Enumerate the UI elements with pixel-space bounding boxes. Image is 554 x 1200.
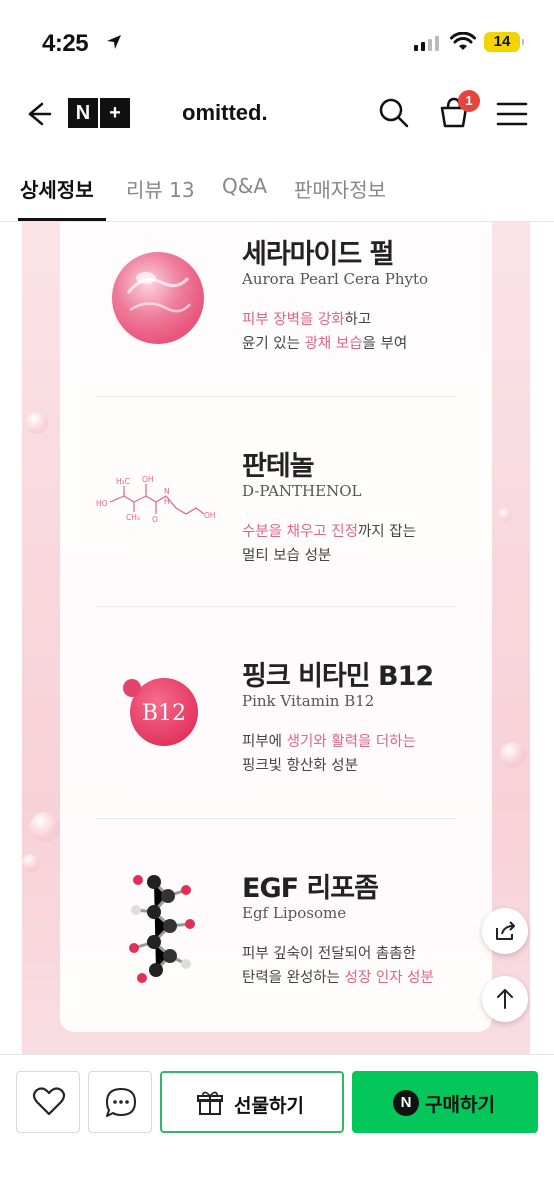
share-icon bbox=[496, 921, 515, 940]
pearl-icon bbox=[112, 252, 204, 344]
desc-text: 피부 깊숙이 전달되어 촘촘한 bbox=[242, 946, 416, 962]
desc-text: 탄력을 완성하는 bbox=[242, 970, 345, 986]
section-divider bbox=[96, 396, 456, 397]
location-arrow-icon bbox=[107, 35, 121, 49]
naver-pay-icon: N bbox=[393, 1090, 419, 1116]
ingredient-description: 수분을 채우고 진정까지 잡는 멀티 보습 성분 bbox=[242, 520, 416, 568]
ingredient-name: 세라마이드 펄 bbox=[242, 239, 394, 270]
molecule-label: H bbox=[164, 497, 170, 506]
desc-highlight: 피부 장벽을 강화 bbox=[242, 312, 345, 328]
molecule-label: H₃C bbox=[116, 477, 130, 486]
chat-button[interactable] bbox=[88, 1071, 152, 1133]
desc-highlight: 성장 인자 성분 bbox=[344, 970, 434, 986]
molecule-label: O bbox=[152, 515, 158, 524]
desc-text: 피부에 bbox=[242, 734, 287, 750]
wishlist-button[interactable] bbox=[16, 1071, 80, 1133]
molecule-label: OH bbox=[204, 511, 216, 520]
molecule-label: OH bbox=[142, 475, 154, 484]
desc-text: 윤기 있는 bbox=[242, 336, 305, 352]
water-drop bbox=[22, 854, 40, 872]
ingredient-subtitle: Aurora Pearl Cera Phyto bbox=[242, 270, 429, 288]
molecule-model-icon bbox=[129, 875, 195, 983]
desc-text: 까지 잡는 bbox=[357, 524, 416, 540]
gift-icon bbox=[197, 1091, 223, 1115]
share-button[interactable] bbox=[482, 908, 528, 954]
buy-button-label: 구매하기 bbox=[425, 1094, 495, 1116]
ingredient-name: 핑크 비타민 B12 bbox=[242, 661, 434, 692]
ingredient-description: 피부 깊숙이 전달되어 촘촘한 탄력을 완성하는 성장 인자 성분 bbox=[242, 942, 434, 990]
gift-button-label: 선물하기 bbox=[234, 1095, 304, 1117]
molecule-label: CH₃ bbox=[126, 513, 140, 522]
desc-highlight: 생기와 활력을 더하는 bbox=[286, 734, 416, 750]
molecule-label: N bbox=[164, 487, 170, 496]
arrow-up-icon bbox=[497, 989, 513, 1009]
store-name[interactable]: omitted. bbox=[182, 100, 268, 126]
tab-details[interactable]: 상세정보 bbox=[20, 174, 94, 203]
ingredient-description: 피부 장벽을 강화하고 윤기 있는 광채 보습을 부여 bbox=[242, 308, 407, 356]
molecule-structure-icon: H₃C OH HO CH₃ O N H OH bbox=[96, 475, 216, 524]
tab-seller-info[interactable]: 판매자정보 bbox=[294, 174, 386, 203]
heart-icon bbox=[32, 1087, 66, 1116]
scroll-top-button[interactable] bbox=[482, 976, 528, 1022]
status-time: 4:25 bbox=[42, 30, 89, 57]
tab-reviews[interactable]: 리뷰 13 bbox=[126, 174, 195, 203]
ingredient-name: 판테놀 bbox=[242, 451, 315, 482]
battery-icon: 14 bbox=[484, 32, 524, 52]
water-drop bbox=[500, 742, 526, 768]
active-tab-indicator bbox=[18, 218, 106, 221]
logo-n: N bbox=[68, 98, 98, 128]
desc-highlight: 광채 보습 bbox=[304, 336, 363, 352]
app-header: N + omitted. 1 bbox=[0, 84, 554, 148]
cart-count-badge: 1 bbox=[458, 90, 480, 112]
ingredient-description: 피부에 생기와 활력을 더하는 핑크빛 항산화 성분 bbox=[242, 730, 416, 778]
section-divider bbox=[96, 606, 456, 607]
buy-button[interactable]: N 구매하기 bbox=[352, 1071, 538, 1133]
section-divider bbox=[96, 818, 456, 819]
wifi-icon bbox=[450, 32, 476, 50]
search-icon[interactable] bbox=[376, 95, 412, 131]
logo-plus: + bbox=[100, 98, 130, 128]
water-drop bbox=[30, 812, 60, 842]
b12-label: B12 bbox=[142, 701, 186, 726]
purchase-bar: 선물하기 N 구매하기 bbox=[0, 1054, 554, 1200]
ingredient-name: EGF 리포좀 bbox=[242, 873, 379, 904]
desc-highlight: 수분을 채우고 진정 bbox=[242, 524, 358, 540]
cellular-signal-icon bbox=[414, 35, 439, 51]
vitamin-b12-icon: B12 bbox=[123, 678, 198, 746]
desc-text: 하고 bbox=[344, 312, 372, 328]
status-bar: 4:25 14 bbox=[0, 0, 554, 84]
ingredient-subtitle: Pink Vitamin B12 bbox=[242, 692, 375, 710]
tab-qna[interactable]: Q&A bbox=[222, 174, 267, 198]
desc-text: 멀티 보습 성분 bbox=[242, 548, 332, 564]
hamburger-menu-icon[interactable] bbox=[494, 96, 530, 132]
desc-text: 핑크빛 항산화 성분 bbox=[242, 758, 358, 774]
water-drop bbox=[26, 412, 48, 434]
ingredient-subtitle: D-PANTHENOL bbox=[242, 482, 362, 500]
product-detail-content[interactable]: 세라마이드 펄 Aurora Pearl Cera Phyto 피부 장벽을 강… bbox=[0, 222, 554, 1054]
naver-plus-logo[interactable]: N + bbox=[68, 98, 130, 128]
back-arrow-icon[interactable] bbox=[18, 94, 58, 134]
water-drop bbox=[498, 508, 512, 522]
chat-bubble-icon bbox=[106, 1088, 136, 1117]
ingredient-subtitle: Egf Liposome bbox=[242, 904, 347, 922]
product-tabs: 상세정보 리뷰 13 Q&A 판매자정보 bbox=[0, 148, 554, 222]
desc-text: 을 부여 bbox=[362, 336, 408, 352]
gift-button[interactable]: 선물하기 bbox=[160, 1071, 344, 1133]
molecule-label: HO bbox=[96, 499, 108, 508]
